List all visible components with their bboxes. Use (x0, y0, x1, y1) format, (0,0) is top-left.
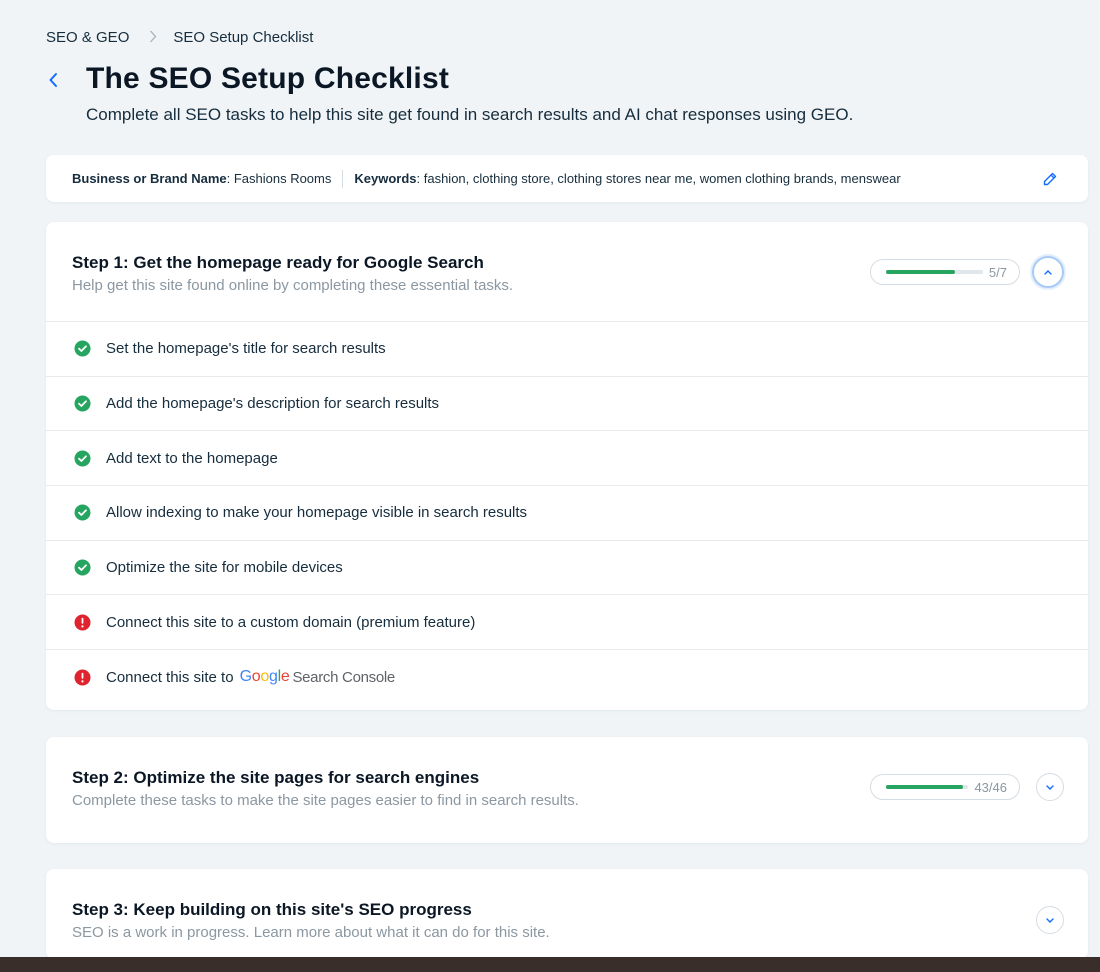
keywords-info: Keywords: fashion, clothing store, cloth… (354, 171, 900, 186)
task-homepage-description[interactable]: Add the homepage's description for searc… (46, 377, 1088, 432)
google-letter: g (268, 668, 278, 686)
step-1-task-list: Set the homepage's title for search resu… (46, 321, 1088, 705)
check-circle-icon (74, 450, 91, 467)
chevron-down-icon (1045, 911, 1055, 929)
step-2-progress: 43/46 (870, 774, 1020, 800)
chevron-down-icon (1045, 778, 1055, 796)
task-label: Connect this site to a custom domain (pr… (106, 613, 476, 631)
task-allow-indexing[interactable]: Allow indexing to make your homepage vis… (46, 486, 1088, 541)
info-divider (342, 169, 344, 188)
task-label: Optimize the site for mobile devices (106, 559, 343, 577)
check-circle-icon (74, 340, 91, 357)
step-2-progress-track (886, 785, 969, 789)
check-circle-icon (74, 504, 91, 521)
task-homepage-text[interactable]: Add text to the homepage (46, 431, 1088, 487)
google-letter: e (280, 668, 290, 686)
exclamation-circle-icon (74, 614, 91, 631)
step-3-title: Step 3: Keep building on this site's SEO… (72, 900, 472, 919)
step-1-description: Help get this site found online by compl… (72, 277, 514, 294)
step-1-collapse-button[interactable] (1032, 256, 1064, 288)
page-title: The SEO Setup Checklist (86, 62, 450, 95)
brand-name-label: Business or Brand Name (72, 171, 227, 186)
step-3-expand-button[interactable] (1036, 906, 1064, 934)
step-3-header[interactable]: Step 3: Keep building on this site's SEO… (46, 869, 1088, 968)
chevron-left-icon (48, 72, 58, 93)
task-mobile-optimize[interactable]: Optimize the site for mobile devices (46, 541, 1088, 596)
back-button[interactable] (42, 68, 64, 96)
step-1-header[interactable]: Step 1: Get the homepage ready for Googl… (46, 222, 1088, 321)
business-info-card: Business or Brand Name: Fashions Rooms K… (46, 155, 1088, 202)
os-taskbar (0, 957, 1100, 972)
google-logo: Google (240, 668, 290, 686)
keywords-label: Keywords (354, 171, 417, 186)
step-2-expand-button[interactable] (1036, 773, 1064, 801)
check-circle-icon (74, 559, 91, 576)
step-2-card: Step 2: Optimize the site pages for sear… (46, 737, 1088, 843)
step-2-title: Step 2: Optimize the site pages for sear… (72, 768, 480, 787)
step-1-progress: 5/7 (870, 259, 1020, 285)
task-homepage-title[interactable]: Set the homepage's title for search resu… (46, 322, 1088, 377)
breadcrumb-seo-geo-link[interactable]: SEO & GEO (46, 29, 129, 46)
edit-info-button[interactable] (1040, 169, 1060, 189)
step-3-description: SEO is a work in progress. Learn more ab… (72, 924, 550, 941)
step-1-progress-track (886, 270, 983, 274)
step-2-progress-text: 43/46 (974, 779, 1007, 795)
step-1-progress-fill (886, 270, 956, 274)
page-subtitle: Complete all SEO tasks to help this site… (86, 105, 854, 124)
task-label: Add text to the homepage (106, 449, 278, 467)
exclamation-circle-icon (74, 669, 91, 686)
google-letter: o (260, 668, 269, 686)
keywords-value: : fashion, clothing store, clothing stor… (416, 171, 901, 186)
brand-name-info: Business or Brand Name: Fashions Rooms (72, 171, 331, 186)
task-label: Add the homepage's description for searc… (106, 395, 440, 413)
step-1-card: Step 1: Get the homepage ready for Googl… (46, 222, 1088, 710)
check-circle-icon (74, 395, 91, 412)
pencil-icon (1040, 172, 1060, 192)
task-label: Set the homepage's title for search resu… (106, 340, 386, 358)
chevron-up-icon (1043, 263, 1053, 281)
search-console-label: Search Console (292, 668, 395, 686)
step-2-header[interactable]: Step 2: Optimize the site pages for sear… (46, 737, 1088, 836)
task-custom-domain[interactable]: Connect this site to a custom domain (pr… (46, 595, 1088, 651)
google-letter: G (239, 668, 252, 686)
breadcrumb-current: SEO Setup Checklist (173, 29, 314, 46)
task-label: Allow indexing to make your homepage vis… (106, 504, 528, 522)
step-1-title: Step 1: Get the homepage ready for Googl… (72, 253, 484, 272)
step-3-card: Step 3: Keep building on this site's SEO… (46, 869, 1088, 959)
brand-name-value: : Fashions Rooms (226, 171, 332, 186)
step-2-description: Complete these tasks to make the site pa… (72, 792, 579, 809)
breadcrumb-separator-icon (149, 30, 157, 46)
task-label: Connect this site to (106, 668, 234, 686)
task-search-console[interactable]: Connect this site to Google Search Conso… (46, 650, 1088, 705)
step-1-progress-text: 5/7 (988, 264, 1007, 280)
step-2-progress-fill (886, 785, 964, 789)
breadcrumb: SEO & GEO SEO Setup Checklist (46, 29, 313, 46)
